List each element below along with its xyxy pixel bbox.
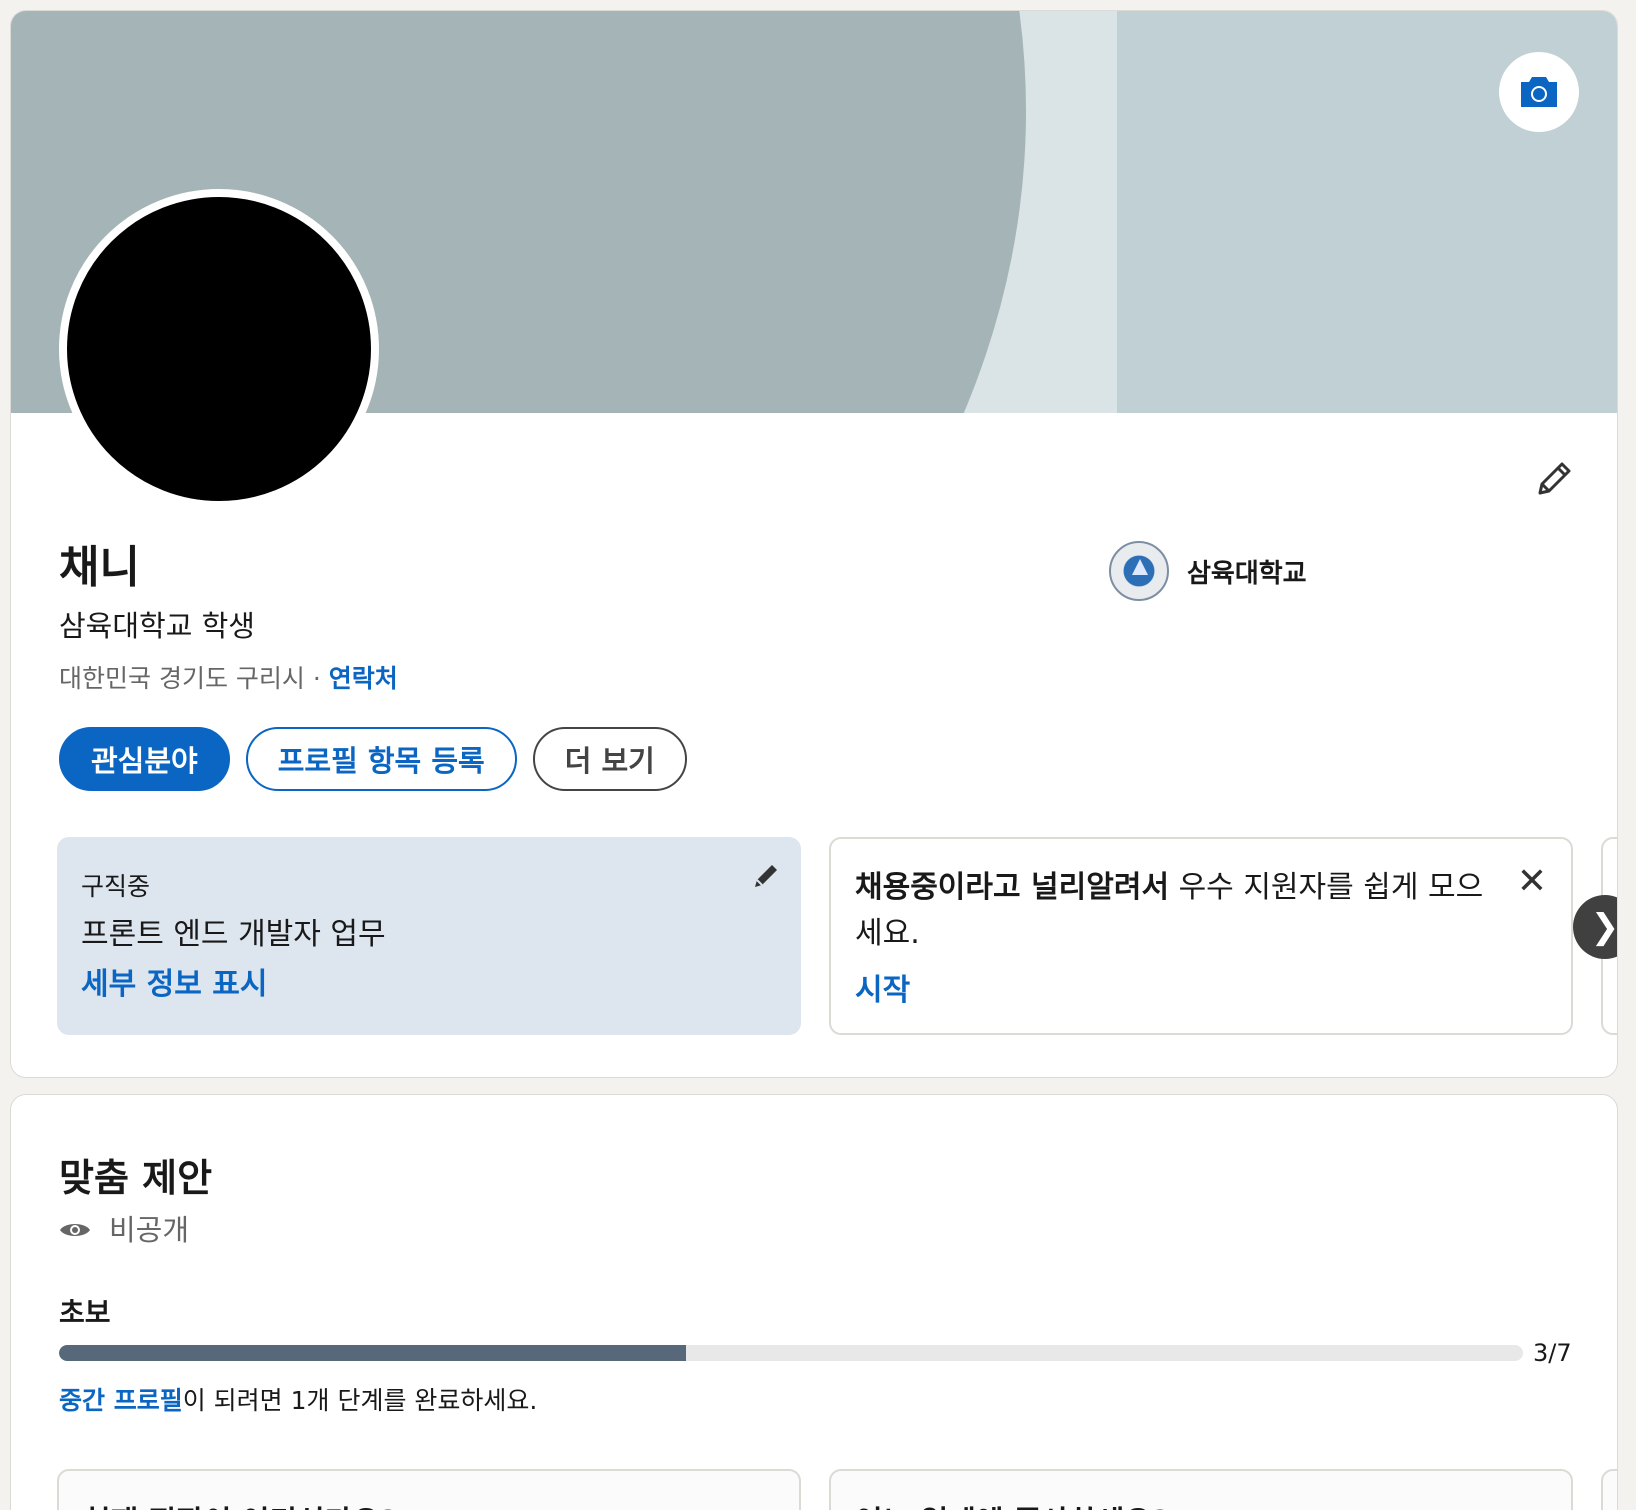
school-logo-icon [1109, 541, 1169, 601]
chevron-right-icon[interactable]: ❯ [1573, 895, 1617, 959]
camera-icon [1521, 77, 1557, 107]
profile-actions: 관심분야 프로필 항목 등록 더 보기 [59, 727, 687, 791]
open-to-work-card: 구직중 프론트 엔드 개발자 업무 세부 정보 표시 [57, 837, 801, 1035]
profile-name: 채니 [59, 542, 140, 593]
close-icon[interactable]: ✕ [1517, 861, 1547, 902]
hiring-card: 채용중이라고 널리알려서 우수 지원자를 쉽게 모으세요. 시작 ✕ [829, 837, 1573, 1035]
hiring-start-link[interactable]: 시작 [855, 965, 910, 1009]
location-separator: · [312, 664, 321, 693]
profile-location: 대한민국 경기도 구리시 [59, 664, 305, 693]
suggestions-card: 맞춤 제안 비공개 초보 3/7 중간 프로필이 되려면 1개 단계를 완료하세… [10, 1094, 1618, 1510]
profile-progress-fill [59, 1345, 687, 1361]
edit-intro-button[interactable] [1526, 451, 1582, 507]
interests-button[interactable]: 관심분야 [59, 727, 230, 791]
hiring-message-bold: 채용중이라고 널리알려서 [855, 870, 1170, 905]
profile-location-row: 대한민국 경기도 구리시 · 연락처 [59, 659, 398, 695]
school-name: 삼육대학교 [1187, 558, 1307, 589]
progress-hint: 중간 프로필이 되려면 1개 단계를 완료하세요. [59, 1381, 537, 1417]
hiring-message: 채용중이라고 널리알려서 우수 지원자를 쉽게 모으세요. [855, 865, 1495, 957]
profile-card: 채니 삼육대학교 학생 대한민국 경기도 구리시 · 연락처 삼육대학교 관심분… [10, 10, 1618, 1078]
suggestion-card-preview [1601, 1469, 1617, 1510]
edit-open-to-work-button[interactable] [751, 861, 781, 895]
contact-info-link[interactable]: 연락처 [329, 664, 398, 693]
profile-headline: 삼육대학교 학생 [59, 609, 255, 643]
suggestions-title: 맞춤 제안 [59, 1156, 213, 1200]
profile-level: 초보 [59, 1296, 111, 1329]
pencil-icon [1538, 462, 1571, 495]
add-profile-section-button[interactable]: 프로필 항목 등록 [245, 727, 517, 791]
eye-icon [60, 1224, 90, 1236]
visibility-row: 비공개 [59, 1207, 189, 1249]
education-item[interactable]: 삼육대학교 [1109, 541, 1307, 601]
progress-count: 3/7 [1533, 1339, 1572, 1367]
suggestion-card-job[interactable]: 현재 직장이 어디신가요? [57, 1469, 801, 1510]
open-to-work-label: 구직중 [81, 872, 151, 901]
suggestion-card-industry[interactable]: 어느 업계에 종사하세요? [829, 1469, 1573, 1510]
pencil-icon [755, 865, 777, 887]
avatar[interactable] [59, 189, 379, 509]
intermediate-profile-link[interactable]: 중간 프로필 [59, 1386, 183, 1415]
edit-banner-button[interactable] [1499, 52, 1579, 132]
open-to-work-value: 프론트 엔드 개발자 업무 [81, 917, 386, 952]
show-details-link[interactable]: 세부 정보 표시 [81, 959, 268, 1003]
progress-hint-text: 이 되려면 1개 단계를 완료하세요. [182, 1386, 538, 1415]
visibility-label: 비공개 [109, 1213, 190, 1247]
more-button[interactable]: 더 보기 [532, 727, 687, 791]
suggestion-question: 현재 직장이 어디신가요? [83, 1497, 397, 1510]
profile-progress-bar [59, 1345, 1523, 1361]
suggestion-question: 어느 업계에 종사하세요? [855, 1497, 1169, 1510]
